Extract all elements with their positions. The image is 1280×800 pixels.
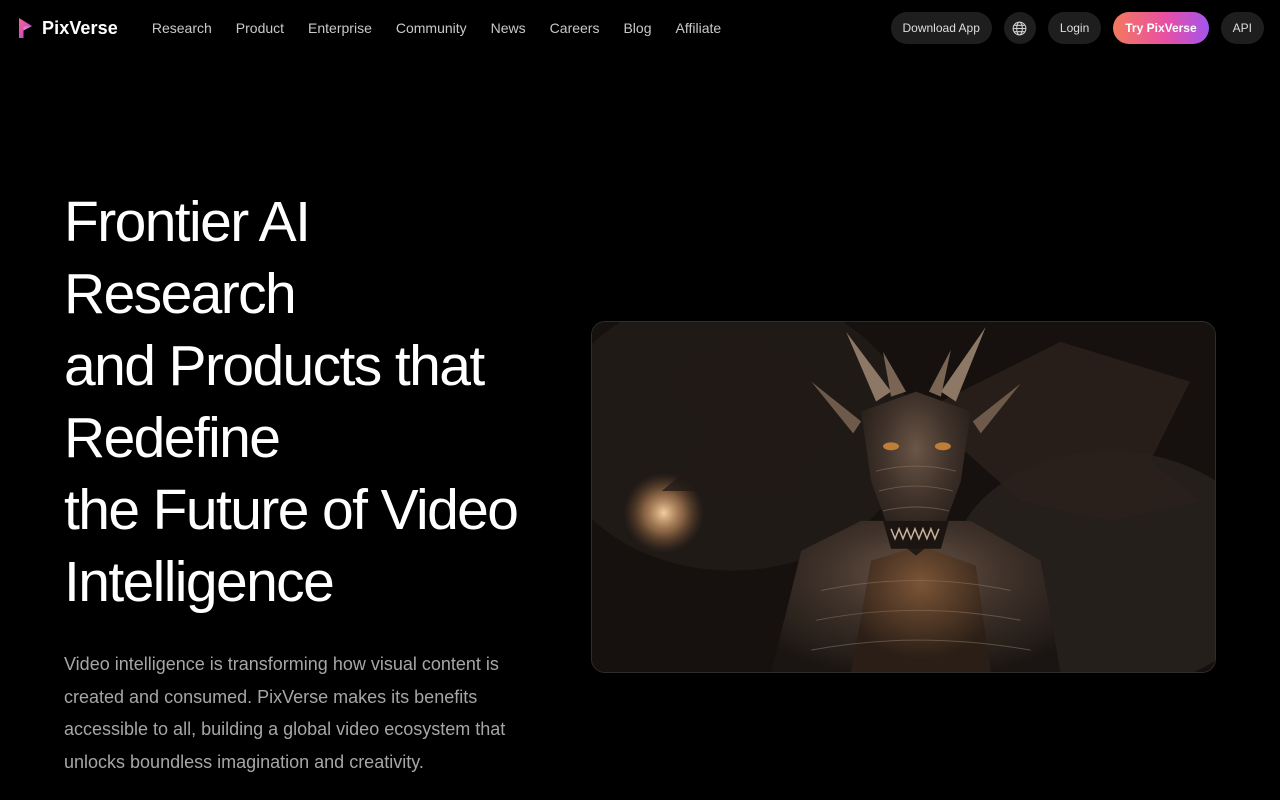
nav-link-affiliate[interactable]: Affiliate [676,20,722,36]
nav-link-blog[interactable]: Blog [623,20,651,36]
hero-video-dragon[interactable] [591,321,1216,673]
hero-title-line: Intelligence [64,550,335,614]
nav-link-careers[interactable]: Careers [550,20,600,36]
nav-link-research[interactable]: Research [152,20,212,36]
try-pixverse-button[interactable]: Try PixVerse [1113,12,1209,44]
globe-icon [1012,21,1027,35]
brand-logo[interactable]: PixVerse [18,17,118,39]
top-navigation: PixVerse Research Product Enterprise Com… [0,0,1280,56]
download-app-button[interactable]: Download App [890,12,992,44]
api-button[interactable]: API [1220,12,1264,44]
hero-title-line: the Future of Video [64,478,519,542]
dragon-illustration [592,322,1215,672]
nav-link-enterprise[interactable]: Enterprise [308,20,372,36]
language-button[interactable] [1003,12,1036,44]
hero-title-line: Redefine [64,406,281,470]
nav-link-news[interactable]: News [491,20,526,36]
hero-description: Video intelligence is transforming how v… [64,654,506,772]
nav-link-product[interactable]: Product [236,20,284,36]
hero-title-line: and Products that [64,334,485,398]
login-button[interactable]: Login [1047,12,1102,44]
hero-title-line: Research [64,262,297,326]
pixverse-logo-icon [19,18,32,38]
hero-title: Frontier AI Research and Products that R… [64,186,564,618]
hero-title-line: Frontier AI [64,190,311,254]
nav-actions: Download App Login Try PixVerse API [879,12,1264,44]
brand-name: PixVerse [42,17,118,38]
nav-link-community[interactable]: Community [396,20,467,36]
primary-nav: Research Product Enterprise Community Ne… [152,20,745,36]
